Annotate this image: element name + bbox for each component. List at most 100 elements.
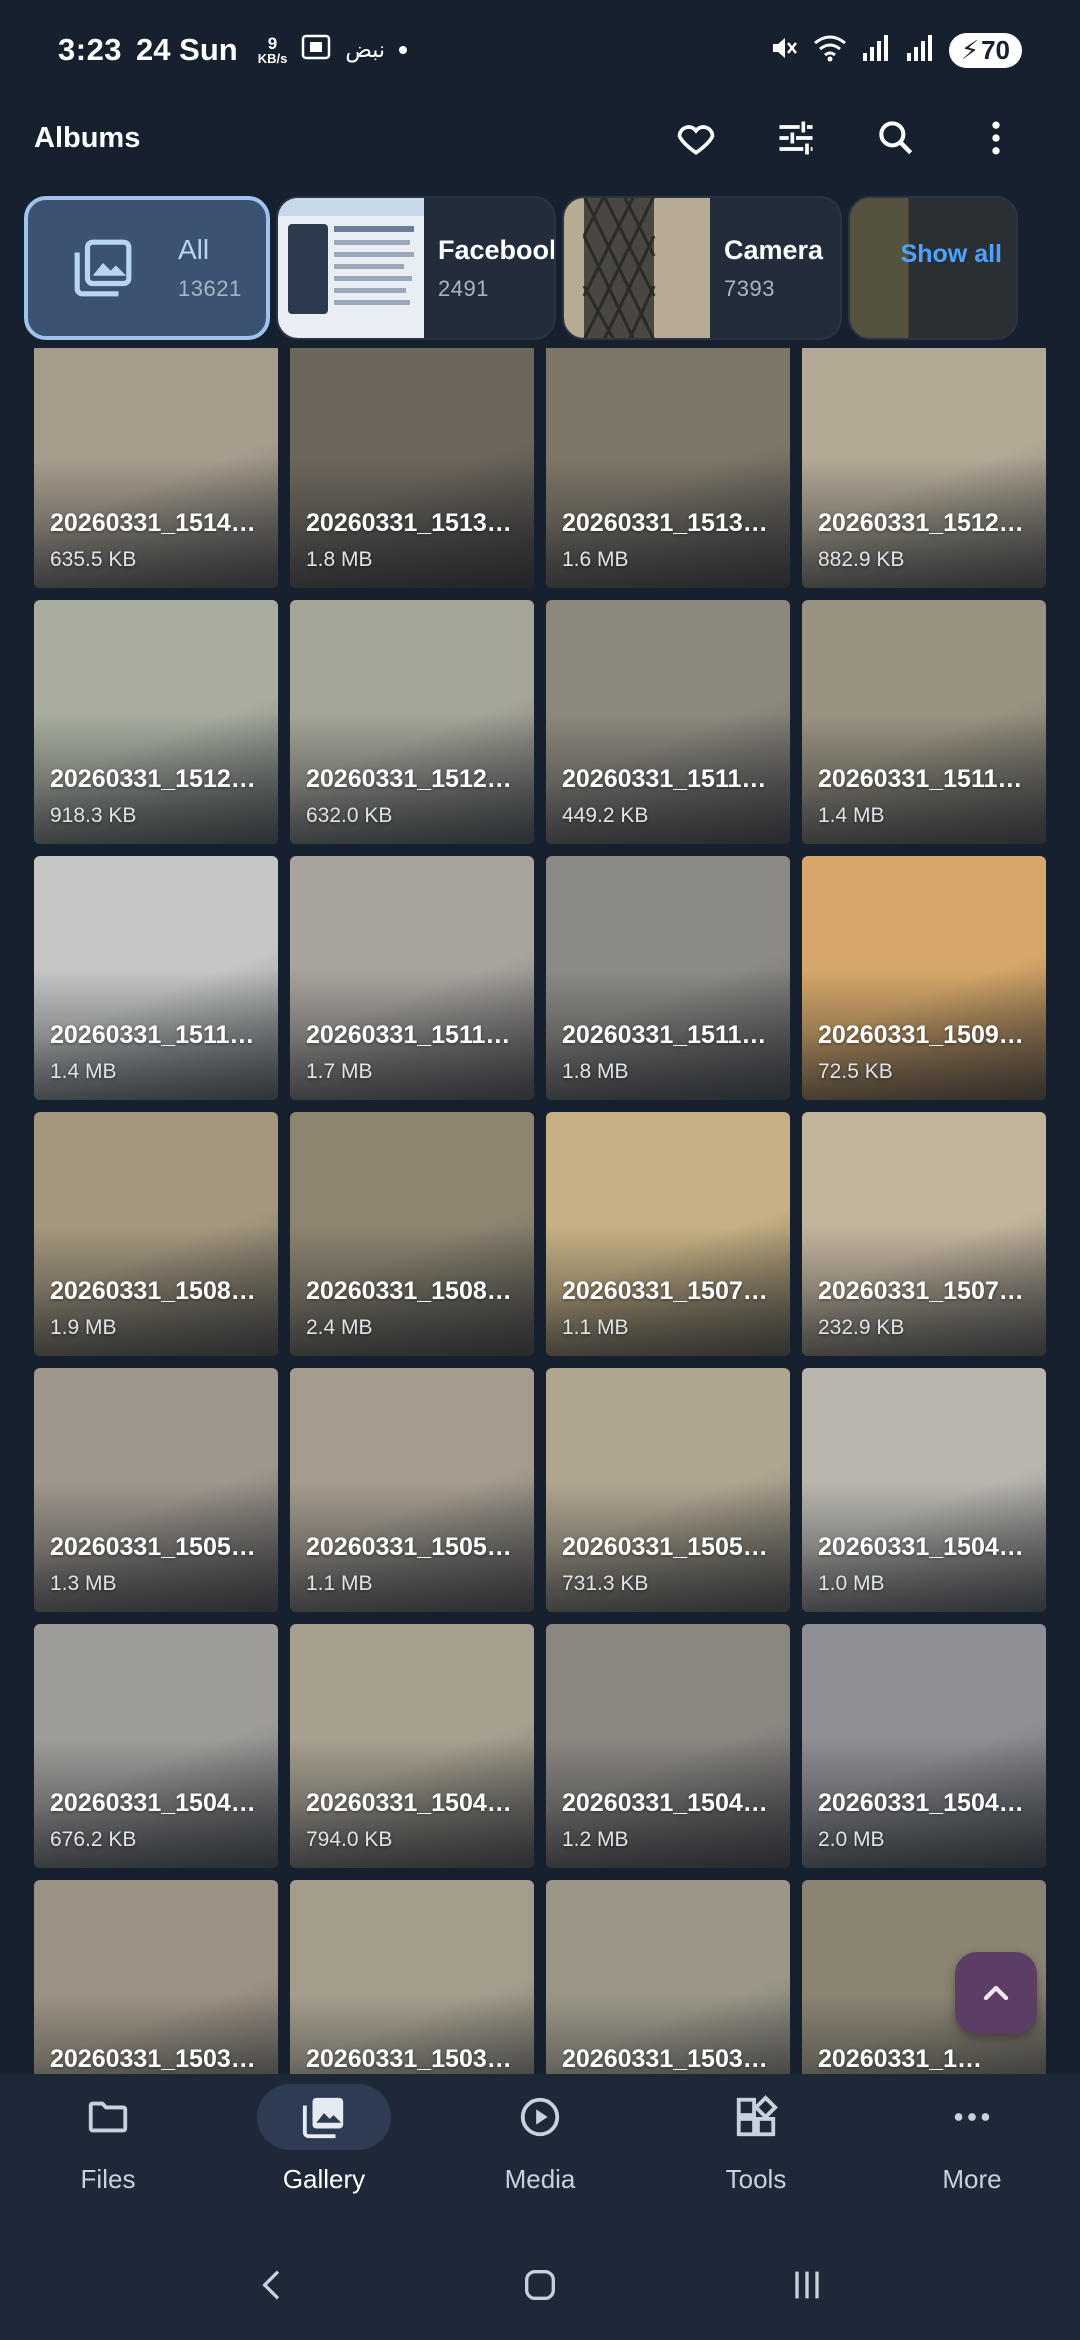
album-thumbnail (850, 198, 1016, 338)
media-tile[interactable]: 20260331_1504… 2.0 MB (802, 1624, 1046, 1868)
album-count: 13621 (178, 276, 242, 301)
nav-label: Media (504, 2164, 576, 2194)
media-filesize: 2.4 MB (306, 1316, 373, 1339)
media-filesize: 1.3 MB (50, 1572, 117, 1595)
system-home-button[interactable] (500, 2255, 580, 2315)
system-recents-button[interactable] (767, 2255, 847, 2315)
network-speed-unit: KB/s (257, 51, 288, 66)
media-filename: 20260331_1505… (306, 1533, 512, 1561)
media-filename: 20260331_1504… (562, 1789, 768, 1817)
nav-item-tools[interactable]: Tools (648, 2084, 864, 2230)
play-icon (520, 2097, 560, 2137)
media-tile[interactable]: 20260331_1504… 1.2 MB (546, 1624, 790, 1868)
more-horiz-icon (954, 2113, 990, 2121)
media-tile[interactable]: 20260331_1514… 635.5 KB (34, 348, 278, 588)
media-filesize: 1.7 MB (306, 1060, 373, 1083)
media-filename: 20260331_1511… (50, 1021, 255, 1049)
media-filesize: 918.3 KB (50, 804, 137, 827)
media-tile[interactable]: 20260331_1505… 1.3 MB (34, 1368, 278, 1612)
album-name: All (178, 234, 210, 265)
media-tile[interactable]: 20260331_1508… 2.4 MB (290, 1112, 534, 1356)
media-tile[interactable]: 20260331_1504… 1.0 MB (802, 1368, 1046, 1612)
nav-label: Files (80, 2164, 136, 2194)
media-filename: 20260331_1513… (306, 509, 512, 537)
media-filesize: 794.0 KB (306, 1828, 393, 1851)
media-tile[interactable]: 20260331_1512… 882.9 KB (802, 348, 1046, 588)
media-filename: 20260331_1512… (50, 765, 256, 793)
media-filesize: 449.2 KB (562, 804, 649, 827)
filter-button[interactable] (746, 100, 846, 176)
album-strip[interactable]: All 13621 Facebook 2491 Camera 7393 Show… (24, 196, 1080, 340)
media-filename: 20260331_1508… (50, 1277, 256, 1305)
system-back-button[interactable] (233, 2255, 313, 2315)
media-tile[interactable]: 20260331_1503…1.4 MB (546, 1880, 790, 2074)
media-tile[interactable]: 20260331_1507… 1.1 MB (546, 1112, 790, 1356)
nav-item-files[interactable]: Files (0, 2084, 216, 2230)
status-bar: 3:23 24 Sun 9 KB/s نبض ⚡ 70 (0, 0, 1080, 100)
nav-item-more[interactable]: More (864, 2084, 1080, 2230)
media-filesize: 1.6 MB (562, 548, 629, 571)
nav-label: Tools (725, 2164, 787, 2194)
media-tile[interactable]: 20260331_1503…1.2 MB (290, 1880, 534, 2074)
show-all-button[interactable]: Show all (901, 242, 1002, 267)
media-filesize: 632.0 KB (306, 804, 393, 827)
signal-icon (861, 33, 891, 68)
media-tile[interactable]: 20260331_1511… 1.4 MB (802, 600, 1046, 844)
album-card-camera[interactable]: Camera 7393 (562, 196, 842, 340)
media-filesize: 1.8 MB (562, 1060, 629, 1083)
album-card-all[interactable]: All 13621 (24, 196, 270, 340)
status-date: 24 Sun (136, 32, 238, 67)
media-tile[interactable]: 20260331_1504… 794.0 KB (290, 1624, 534, 1868)
media-filename: 20260331_1511… (562, 765, 767, 793)
media-tile[interactable]: 20260331_1512… 632.0 KB (290, 600, 534, 844)
media-grid[interactable]: 20260331_1514… 635.5 KB 20260331_1513… 1.8 … (34, 348, 1046, 2074)
media-filename: 20260331_1509… (818, 1021, 1024, 1049)
favorite-button[interactable] (646, 100, 746, 176)
media-tile[interactable]: 20260331_1512… 918.3 KB (34, 600, 278, 844)
media-tile[interactable]: 20260331_1511… 1.4 MB (34, 856, 278, 1100)
media-filesize: 232.9 KB (818, 1316, 905, 1339)
media-filesize: 731.3 KB (562, 1572, 649, 1595)
media-tile[interactable]: 20260331_1511… 1.7 MB (290, 856, 534, 1100)
media-tile[interactable]: 20260331_1513… 1.6 MB (546, 348, 790, 588)
notification-dot-icon (399, 46, 408, 54)
nav-item-gallery[interactable]: Gallery (216, 2084, 432, 2230)
media-tile[interactable]: 20260331_1513… 1.8 MB (290, 348, 534, 588)
album-card-other[interactable]: Show all (848, 196, 1018, 340)
more-options-button[interactable] (946, 100, 1046, 176)
media-tile[interactable]: 20260331_1505… 1.1 MB (290, 1368, 534, 1612)
media-filename: 20260331_1507… (562, 1277, 768, 1305)
signal-roaming-icon (905, 33, 935, 68)
media-filesize: 635.5 KB (50, 548, 137, 571)
media-tile[interactable]: 20260331_1503…938.3 KB (34, 1880, 278, 2074)
media-filename: 20260331_1… (818, 2045, 983, 2073)
media-filesize: 676.2 KB (50, 1828, 137, 1851)
media-tile[interactable]: 20260331_1511… 1.8 MB (546, 856, 790, 1100)
wifi-icon (813, 33, 847, 68)
media-tile[interactable]: 20260331_1504… 676.2 KB (34, 1624, 278, 1868)
media-filename: 20260331_1503… (562, 2045, 768, 2073)
media-tile[interactable]: 20260331_1509… 72.5 KB (802, 856, 1046, 1100)
media-filename: 20260331_1504… (50, 1789, 256, 1817)
album-thumbnail (278, 198, 424, 338)
media-tile[interactable]: 20260331_1508… 1.9 MB (34, 1112, 278, 1356)
recents-icon (794, 2271, 819, 2299)
nav-item-media[interactable]: Media (432, 2084, 648, 2230)
carrier-label: نبض (345, 37, 386, 62)
tools-icon (736, 2095, 778, 2137)
album-count: 2491 (438, 275, 489, 301)
media-filename: 20260331_1505… (562, 1533, 768, 1561)
filter-icon (779, 121, 813, 155)
favorite-icon (677, 125, 715, 155)
search-button[interactable] (846, 100, 946, 176)
media-tile[interactable]: 20260331_1505… 731.3 KB (546, 1368, 790, 1612)
media-filesize: 2.0 MB (818, 1828, 885, 1851)
media-filesize: 1.1 MB (306, 1572, 373, 1595)
media-tile[interactable]: 20260331_1511… 449.2 KB (546, 600, 790, 844)
scroll-to-top-button[interactable] (955, 1952, 1037, 2034)
media-filename: 20260331_1503… (306, 2045, 512, 2073)
album-card-facebook[interactable]: Facebook 2491 (276, 196, 556, 340)
media-tile[interactable]: 20260331_1507… 232.9 KB (802, 1112, 1046, 1356)
nav-label: Gallery (282, 2164, 366, 2194)
media-filesize: 1.4 MB (818, 804, 885, 827)
